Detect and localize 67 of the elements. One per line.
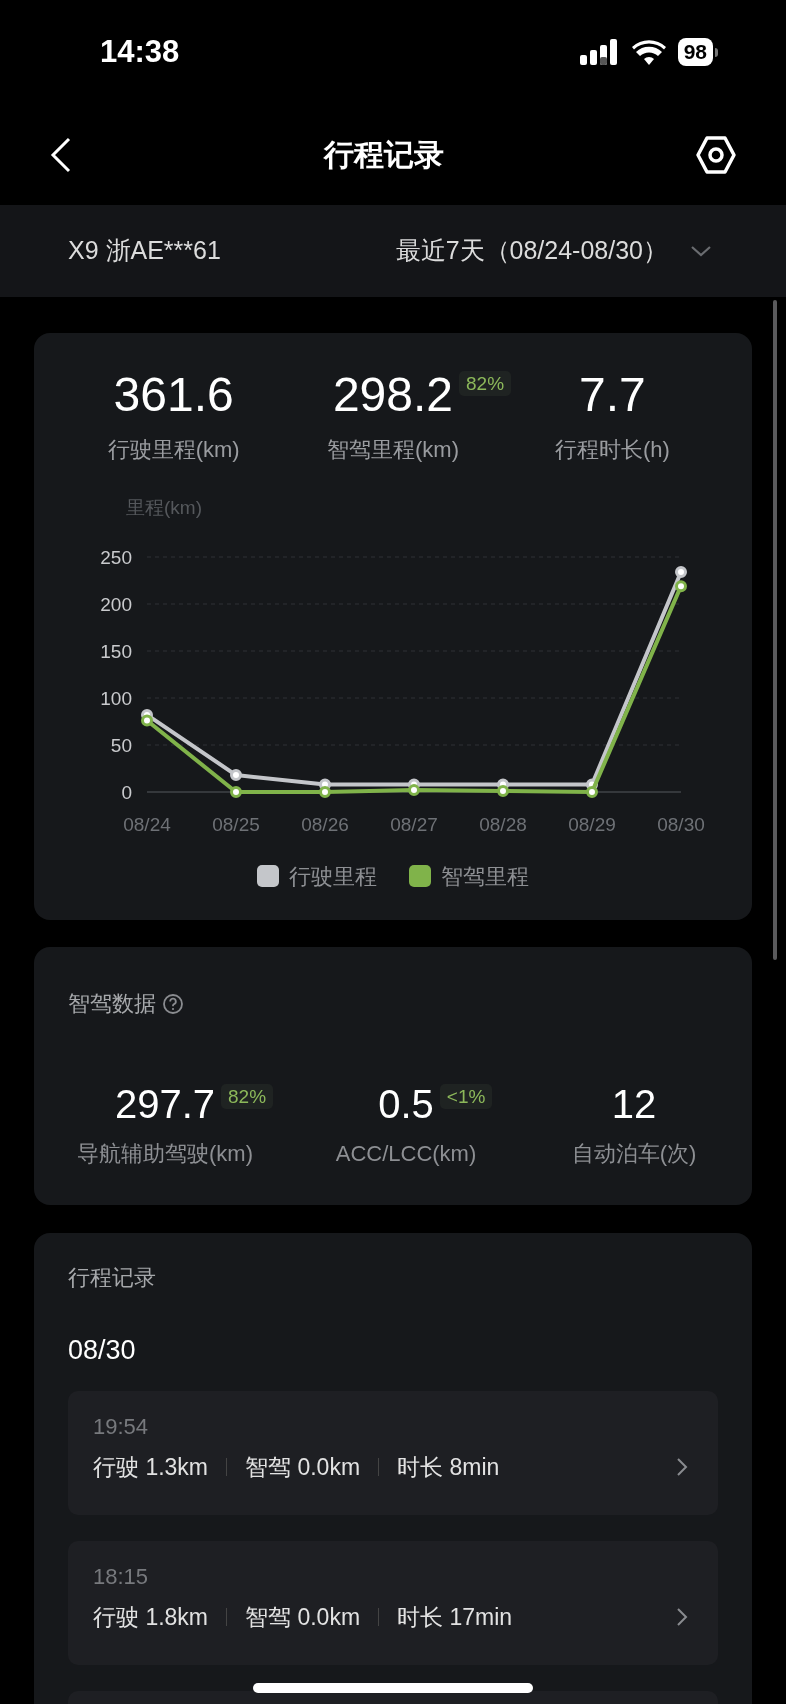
data-point — [675, 565, 687, 578]
legend-label: 智驾里程 — [441, 862, 529, 891]
help-icon[interactable] — [162, 992, 184, 1015]
data-point — [408, 783, 420, 796]
y-tick-label: 250 — [100, 546, 132, 568]
signal-icon — [579, 39, 620, 65]
trip-distance: 行驶 1.8km — [93, 1602, 209, 1631]
section-title: 智驾数据 — [68, 990, 156, 1018]
data-point — [319, 785, 331, 798]
x-tick-label: 08/25 — [212, 813, 260, 835]
page-title: 行程记录 — [324, 137, 444, 173]
trip-date: 08/30 — [68, 1334, 137, 1367]
y-tick-label: 0 — [121, 781, 132, 803]
data-point — [586, 785, 598, 798]
trip-smart-distance: 智驾 0.0km — [245, 1602, 361, 1631]
stat-label: 自动泊车(次) — [571, 1140, 697, 1168]
status-time: 14:38 — [100, 32, 180, 71]
stat-value: 7.7 — [578, 368, 646, 421]
data-point — [497, 784, 509, 797]
trip-row[interactable]: 18:15 行驶 1.8km 智驾 0.0km 时长 17min — [68, 1540, 718, 1665]
data-point — [230, 785, 242, 798]
x-tick-label: 08/26 — [301, 813, 349, 835]
data-point — [675, 579, 687, 592]
back-icon[interactable] — [50, 136, 72, 173]
stat-label: 行驶里程(km) — [107, 436, 240, 464]
trip-smart-distance: 智驾 0.0km — [245, 1452, 361, 1481]
x-tick-label: 08/24 — [123, 813, 171, 835]
stat-label: 智驾里程(km) — [327, 436, 459, 464]
stat-label: 导航辅助驾驶(km) — [77, 1140, 253, 1168]
data-point — [230, 768, 242, 781]
trip-row[interactable]: 19:54 行驶 1.3km 智驾 0.0km 时长 8min — [68, 1390, 718, 1515]
stat-value: 12 — [611, 1082, 657, 1126]
y-tick-label: 50 — [110, 734, 132, 756]
date-range-dropdown[interactable]: 最近7天（08/24-08/30） — [395, 232, 712, 270]
axis-title: 里程(km) — [126, 496, 202, 520]
trip-distance: 行驶 1.3km — [93, 1452, 209, 1481]
percent-tag: <1% — [439, 1084, 493, 1109]
x-tick-label: 08/29 — [568, 813, 616, 835]
x-tick-label: 08/27 — [390, 813, 438, 835]
chevron-down-icon — [690, 245, 712, 257]
wifi-icon — [631, 39, 666, 65]
trip-duration: 时长 17min — [397, 1602, 513, 1631]
data-point — [141, 714, 153, 727]
stat-value: 298.2 — [332, 368, 454, 421]
stat-value: 0.5 — [378, 1082, 434, 1126]
stat-value: 297.7 — [114, 1082, 216, 1126]
x-tick-label: 08/28 — [479, 813, 527, 835]
y-tick-label: 100 — [100, 687, 132, 709]
stat-label: 行程时长(h) — [554, 436, 670, 464]
chevron-right-icon — [676, 1606, 688, 1627]
trip-duration: 时长 8min — [397, 1452, 500, 1481]
percent-tag: 82% — [221, 1084, 274, 1109]
stat-label: ACC/LCC(km) — [335, 1140, 477, 1168]
chevron-right-icon — [676, 1456, 688, 1477]
trip-time: 18:15 — [93, 1562, 150, 1591]
legend-label: 行驶里程 — [289, 862, 377, 891]
trip-time: 19:54 — [93, 1412, 150, 1441]
vehicle-selector[interactable]: X9 浙AE***61 — [68, 232, 221, 270]
legend-swatch — [409, 865, 431, 887]
stat-value: 361.6 — [113, 368, 234, 421]
percent-tag: 82% — [459, 371, 512, 396]
section-title: 行程记录 — [68, 1264, 156, 1292]
x-tick-label: 08/30 — [657, 813, 705, 835]
settings-icon[interactable] — [696, 135, 736, 174]
legend-swatch — [257, 865, 279, 887]
y-tick-label: 150 — [100, 640, 132, 662]
y-tick-label: 200 — [100, 593, 132, 615]
